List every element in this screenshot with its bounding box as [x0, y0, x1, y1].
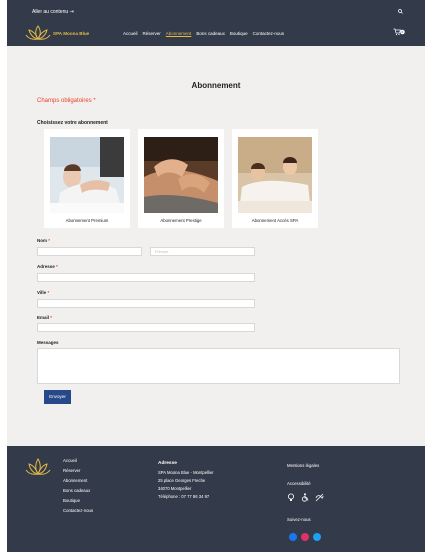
submit-button[interactable]: Envoyer — [44, 390, 71, 404]
subscription-options: Abonnement Premium Abonnement Prestige A… — [44, 129, 318, 228]
footer-address: Adresse SPA Moona Blue - Montpellier 25 … — [158, 461, 214, 502]
lotus-logo-icon[interactable] — [24, 456, 52, 480]
site-header: Aller au contenu ⇥ SPA Moona Blue Accuei… — [7, 0, 425, 46]
footer-link-accueil[interactable]: Accueil — [63, 458, 93, 463]
lotus-logo-icon[interactable] — [24, 23, 52, 43]
nav-item-reserver[interactable]: Réserver — [143, 31, 161, 36]
search-icon[interactable] — [398, 9, 403, 14]
footer-link-bons-cadeaux[interactable]: Bons cadeaux — [63, 488, 93, 493]
city-input[interactable] — [37, 299, 255, 308]
message-label: Messages — [37, 340, 59, 345]
choose-subscription-label: Choisissez votre abonnement — [37, 120, 108, 126]
nav-item-boutique[interactable]: Boutique — [230, 31, 248, 36]
page: Aller au contenu ⇥ SPA Moona Blue Accuei… — [7, 0, 425, 552]
spa-massage-photo — [50, 137, 124, 213]
facebook-icon[interactable] — [289, 533, 297, 541]
address-title: Adresse — [158, 461, 177, 466]
cart-icon[interactable]: 0 — [393, 28, 405, 36]
footer-link-abonnement[interactable]: Abonnement — [63, 478, 93, 483]
site-footer: Accueil Réserver Abonnement Bons cadeaux… — [7, 446, 425, 552]
instagram-icon[interactable] — [301, 533, 309, 541]
option-card-acces-spa[interactable]: Abonnement Accès SPA — [232, 129, 318, 228]
social-links — [289, 533, 321, 541]
light-bulb-icon[interactable] — [287, 493, 295, 502]
required-note: Champs obligatoires * — [37, 98, 96, 104]
accessibility-tools — [287, 493, 324, 502]
option-label-acces-spa: Abonnement Accès SPA — [251, 218, 299, 223]
address-line: SPA Moona Blue - Montpellier — [158, 470, 214, 475]
message-textarea[interactable] — [37, 348, 400, 384]
follow-label: Suivez-nous — [287, 517, 311, 522]
footer-right: Mentions légales Accessibilité — [287, 463, 319, 486]
last-name-input[interactable] — [37, 247, 142, 256]
city-label: Ville * — [37, 290, 50, 295]
first-name-placeholder: Prénom — [155, 250, 169, 254]
spa-hands-photo — [144, 137, 218, 213]
twitter-icon[interactable] — [313, 533, 321, 541]
wheelchair-icon[interactable] — [301, 493, 309, 502]
spa-couple-photo — [238, 137, 312, 213]
nav-item-contact[interactable]: Contactez-nous — [253, 31, 285, 36]
legal-link[interactable]: Mentions légales — [287, 463, 319, 468]
nav-item-bons-cadeaux[interactable]: Bons cadeaux — [196, 31, 225, 36]
skip-to-content-link[interactable]: Aller au contenu ⇥ — [32, 9, 74, 15]
no-motion-icon[interactable] — [315, 493, 324, 502]
phone-line[interactable]: Téléphone : 07 77 86 34 97 — [158, 494, 214, 499]
nav-item-abonnement[interactable]: Abonnement — [166, 31, 192, 36]
follow-section: Suivez-nous — [287, 517, 311, 522]
option-label-premium: Abonnement Premium — [65, 218, 109, 223]
name-label: Nom * — [37, 238, 51, 243]
accessibility-label: Accessibilité — [287, 481, 311, 486]
brand-name[interactable]: SPA Moona Blue — [53, 31, 89, 36]
address-line: 34070 Montpellier — [158, 486, 192, 491]
address-label: Adresse * — [37, 264, 58, 269]
address-line: 25 place Georges Freche — [158, 478, 206, 483]
page-title: Abonnement — [191, 81, 241, 90]
option-label-prestige: Abonnement Prestige — [160, 218, 202, 223]
footer-link-boutique[interactable]: Boutique — [63, 498, 93, 503]
nav-item-accueil[interactable]: Accueil — [123, 31, 138, 36]
option-card-prestige[interactable]: Abonnement Prestige — [138, 129, 224, 228]
option-card-premium[interactable]: Abonnement Premium — [44, 129, 130, 228]
main-nav: Accueil Réserver Abonnement Bons cadeaux… — [123, 31, 289, 36]
footer-nav: Accueil Réserver Abonnement Bons cadeaux… — [63, 458, 93, 518]
footer-link-contact[interactable]: Contactez-nous — [63, 508, 93, 513]
first-name-input[interactable]: Prénom — [150, 247, 255, 256]
footer-link-reserver[interactable]: Réserver — [63, 468, 93, 473]
address-input[interactable] — [37, 273, 255, 282]
email-label: Email * — [37, 315, 53, 320]
email-input[interactable] — [37, 323, 255, 332]
